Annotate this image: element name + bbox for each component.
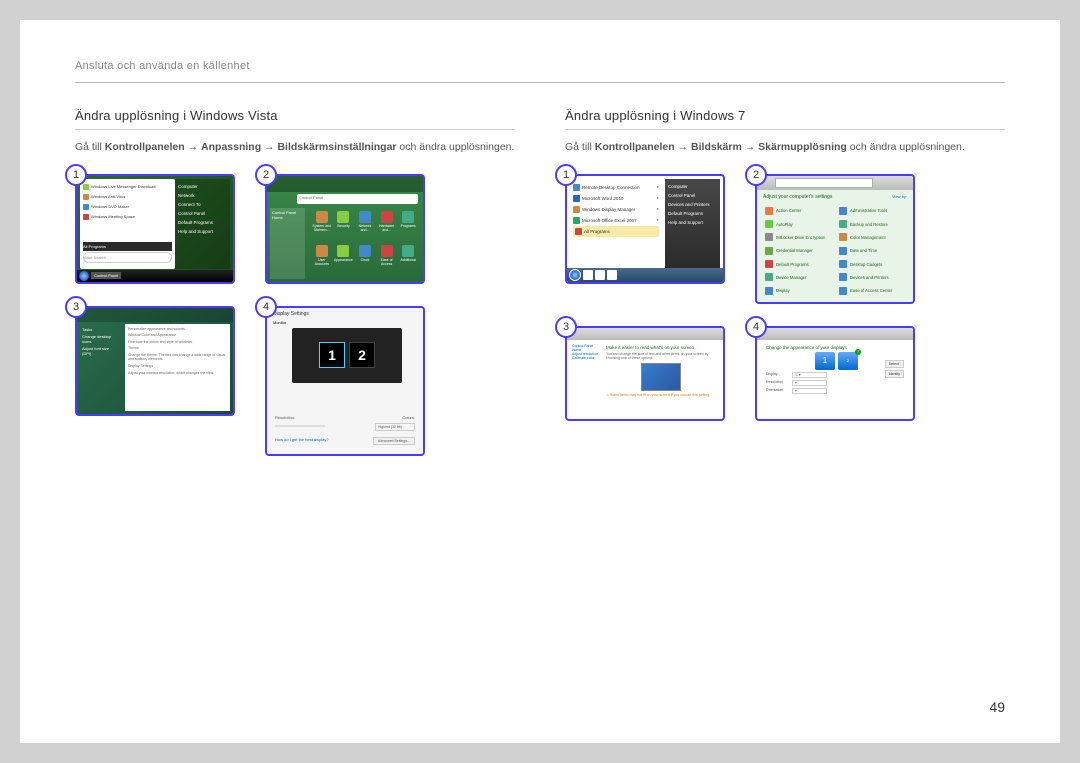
step-badge: 1 [65, 164, 87, 186]
content-columns: Ändra upplösning i Windows Vista Gå till… [75, 108, 1005, 478]
arrow-icon: → [188, 141, 201, 153]
step-badge: 2 [255, 164, 277, 186]
win7-step1: Remote Desktop Connection▸ Microsoft Wor… [565, 174, 725, 284]
manual-page: Ansluta och använda en källenhet Ändra u… [20, 20, 1060, 743]
vista-step4-wrap: 4 Display Settings Monitor 1 2 Resolutio… [265, 306, 425, 456]
win7-kw2: Bildskärm [691, 141, 742, 153]
step-badge: 3 [65, 296, 87, 318]
vista-column: Ändra upplösning i Windows Vista Gå till… [75, 108, 515, 478]
step-badge: 3 [555, 316, 577, 338]
vista-step4: Display Settings Monitor 1 2 Resolution:… [265, 306, 425, 456]
win7-body-post: och ändra upplösningen. [847, 141, 965, 153]
vista-body-pre: Gå till [75, 141, 105, 153]
vista-row2: 3 Tasks Change desktop icons Adjust font… [75, 306, 515, 456]
win7-body-pre: Gå till [565, 141, 595, 153]
arrow-icon: → [745, 141, 758, 153]
step-badge: 2 [745, 164, 767, 186]
vista-kw1: Kontrollpanelen [105, 141, 185, 153]
vista-step3-wrap: 3 Tasks Change desktop icons Adjust font… [75, 306, 235, 456]
page-header: Ansluta och använda en källenhet [75, 60, 1005, 83]
win7-step2-wrap: 2 Adjust your computer's settings View b… [755, 174, 915, 304]
vista-row1: 1 Windows Live Messenger Download Window… [75, 174, 515, 284]
vista-body-post: och ändra upplösningen. [397, 141, 515, 153]
vista-kw3: Bildskärmsinställningar [277, 141, 396, 153]
step-badge: 4 [255, 296, 277, 318]
win7-step1-wrap: 1 Remote Desktop Connection▸ Microsoft W… [565, 174, 725, 304]
vista-title: Ändra upplösning i Windows Vista [75, 108, 515, 130]
win7-step2: Adjust your computer's settings View by:… [755, 174, 915, 304]
win7-step4: Change the appearance of your displays 1… [755, 326, 915, 421]
vista-step1-wrap: 1 Windows Live Messenger Download Window… [75, 174, 235, 284]
vista-step2-wrap: 2 Control Panel Control Panel Home Syste… [265, 174, 425, 284]
win7-title: Ändra upplösning i Windows 7 [565, 108, 1005, 130]
win7-column: Ändra upplösning i Windows 7 Gå till Kon… [565, 108, 1005, 478]
taskbar: Control Panel [77, 270, 233, 282]
win7-step3-wrap: 3 Control Panel Home Adjust resolution C… [565, 326, 725, 421]
win7-kw3: Skärmupplösning [758, 141, 847, 153]
vista-body: Gå till Kontrollpanelen → Anpassning → B… [75, 140, 515, 156]
start-orb-icon [569, 269, 581, 281]
win7-step3: Control Panel Home Adjust resolution Cal… [565, 326, 725, 421]
step-badge: 4 [745, 316, 767, 338]
vista-kw2: Anpassning [201, 141, 261, 153]
win7-step4-wrap: 4 Change the appearance of your displays… [755, 326, 915, 421]
vista-step1: Windows Live Messenger Download Windows … [75, 174, 235, 284]
win7-row1: 1 Remote Desktop Connection▸ Microsoft W… [565, 174, 1005, 304]
page-number: 49 [989, 699, 1005, 715]
arrow-icon: → [678, 141, 691, 153]
vista-step3: Tasks Change desktop icons Adjust font s… [75, 306, 235, 416]
arrow-icon: → [264, 141, 277, 153]
win7-row2: 3 Control Panel Home Adjust resolution C… [565, 326, 1005, 421]
start-menu-right: Computer Network Connect To Control Pane… [175, 179, 230, 269]
start-menu-left: Windows Live Messenger Download Windows … [80, 179, 175, 269]
start-orb-icon [79, 271, 89, 281]
vista-step2: Control Panel Control Panel Home System … [265, 174, 425, 284]
step-badge: 1 [555, 164, 577, 186]
win7-kw1: Kontrollpanelen [595, 141, 675, 153]
win7-body: Gå till Kontrollpanelen → Bildskärm → Sk… [565, 140, 1005, 156]
